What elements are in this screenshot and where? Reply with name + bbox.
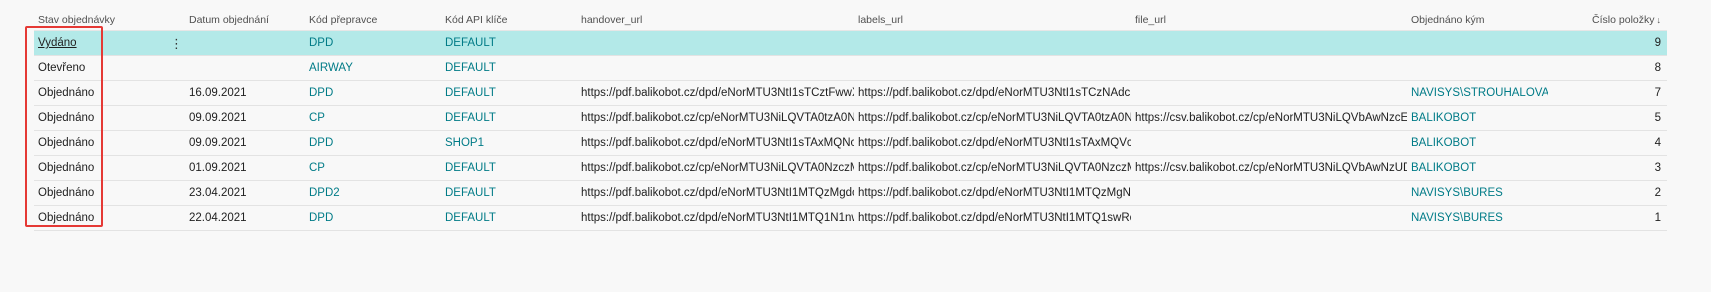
status-column-highlight: [25, 26, 103, 227]
cell-carrier[interactable]: DPD2: [305, 187, 441, 199]
column-header-ordered-by[interactable]: Objednáno kým: [1407, 14, 1548, 26]
cell-api-key[interactable]: SHOP1: [441, 137, 577, 149]
cell-carrier[interactable]: DPD: [305, 37, 441, 49]
cell-labels-url: https://pdf.balikobot.cz/cp/eNorMTU3NiLQ…: [858, 112, 1131, 124]
item-number-header-label: Číslo položky: [1592, 14, 1655, 26]
table-row[interactable]: Objednáno 16.09.2021 DPD DEFAULT https://pdf…: [34, 81, 1667, 106]
cell-api-key[interactable]: DEFAULT: [441, 62, 577, 74]
cell-api-key[interactable]: DEFAULT: [441, 212, 577, 224]
cell-carrier[interactable]: AIRWAY: [305, 62, 441, 74]
cell-date: 22.04.2021: [189, 212, 247, 224]
cell-file-url: https://csv.balikobot.cz/cp/eNorMTU3NiLQ…: [1135, 162, 1407, 174]
cell-labels-url: https://pdf.balikobot.cz/dpd/eNorMTU3NtI…: [858, 87, 1131, 99]
table-row[interactable]: Objednáno 23.04.2021 DPD2 DEFAULT https://pd…: [34, 181, 1667, 206]
sort-descending-icon: ↓: [1656, 15, 1662, 25]
orders-grid: Stav objednávky Datum objednání Kód přep…: [34, 10, 1667, 231]
cell-labels-url: https://pdf.balikobot.cz/dpd/eNorMTU3NtI…: [858, 137, 1131, 149]
cell-date: 01.09.2021: [189, 162, 247, 174]
column-header-item-number[interactable]: Číslo položky ↓: [1548, 14, 1667, 26]
row-actions-menu-icon[interactable]: ⋮: [170, 37, 183, 49]
cell-api-key[interactable]: DEFAULT: [441, 162, 577, 174]
cell-handover-url: https://pdf.balikobot.cz/cp/eNorMTU3NiLQ…: [581, 162, 854, 174]
cell-date: 09.09.2021: [189, 112, 247, 124]
cell-item-number: 1: [1654, 212, 1661, 224]
cell-handover-url: https://pdf.balikobot.cz/dpd/eNorMTU3NtI…: [581, 137, 854, 149]
column-header-carrier[interactable]: Kód přepravce: [305, 14, 441, 26]
cell-item-number: 9: [1654, 37, 1661, 49]
table-row[interactable]: Objednáno 22.04.2021 DPD DEFAULT https://pdf…: [34, 206, 1667, 231]
column-header-labels-url[interactable]: labels_url: [854, 14, 1131, 26]
column-header-date[interactable]: Datum objednání: [185, 14, 305, 26]
cell-date: 23.04.2021: [189, 187, 247, 199]
table-row[interactable]: Objednáno 09.09.2021 CP DEFAULT https://pdf.…: [34, 106, 1667, 131]
cell-carrier[interactable]: DPD: [305, 137, 441, 149]
cell-item-number: 2: [1654, 187, 1661, 199]
cell-ordered-by[interactable]: BALIKOBOT: [1407, 162, 1548, 174]
cell-ordered-by[interactable]: NAVISYS\STROUHALOVA: [1407, 87, 1548, 99]
column-header-api-key[interactable]: Kód API klíče: [441, 14, 577, 26]
cell-date: 09.09.2021: [189, 137, 247, 149]
cell-api-key[interactable]: DEFAULT: [441, 187, 577, 199]
cell-date: 16.09.2021: [189, 87, 247, 99]
cell-api-key[interactable]: DEFAULT: [441, 112, 577, 124]
cell-ordered-by[interactable]: BALIKOBOT: [1407, 137, 1548, 149]
table-row[interactable]: Otevřeno AIRWAY DEFAULT 8: [34, 56, 1667, 81]
table-row[interactable]: Objednáno 09.09.2021 DPD SHOP1 https://pdf.b…: [34, 131, 1667, 156]
cell-labels-url: https://pdf.balikobot.cz/cp/eNorMTU3NiLQ…: [858, 162, 1131, 174]
cell-api-key[interactable]: DEFAULT: [441, 87, 577, 99]
cell-carrier[interactable]: DPD: [305, 87, 441, 99]
cell-file-url: https://csv.balikobot.cz/cp/eNorMTU3NiLQ…: [1135, 112, 1407, 124]
table-row[interactable]: Objednáno 01.09.2021 CP DEFAULT https://pdf.…: [34, 156, 1667, 181]
cell-handover-url: https://pdf.balikobot.cz/cp/eNorMTU3NiLQ…: [581, 112, 854, 124]
cell-handover-url: https://pdf.balikobot.cz/dpd/eNorMTU3NtI…: [581, 187, 854, 199]
cell-carrier[interactable]: CP: [305, 162, 441, 174]
cell-item-number: 7: [1654, 87, 1661, 99]
cell-labels-url: https://pdf.balikobot.cz/dpd/eNorMTU3NtI…: [858, 187, 1131, 199]
cell-handover-url: https://pdf.balikobot.cz/dpd/eNorMTU3NtI…: [581, 87, 854, 99]
cell-api-key[interactable]: DEFAULT: [441, 37, 577, 49]
cell-item-number: 3: [1654, 162, 1661, 174]
column-header-handover-url[interactable]: handover_url: [577, 14, 854, 26]
cell-handover-url: https://pdf.balikobot.cz/dpd/eNorMTU3NtI…: [581, 212, 854, 224]
cell-item-number: 4: [1654, 137, 1661, 149]
cell-ordered-by[interactable]: NAVISYS\BURES: [1407, 212, 1548, 224]
column-header-file-url[interactable]: file_url: [1131, 14, 1407, 26]
cell-carrier[interactable]: CP: [305, 112, 441, 124]
column-header-status[interactable]: Stav objednávky: [34, 14, 185, 26]
table-row-selected[interactable]: Vydáno ⋮ DPD DEFAULT 9: [34, 31, 1667, 56]
cell-labels-url: https://pdf.balikobot.cz/dpd/eNorMTU3NtI…: [858, 212, 1131, 224]
cell-ordered-by[interactable]: BALIKOBOT: [1407, 112, 1548, 124]
grid-body: Vydáno ⋮ DPD DEFAULT 9 Otevřeno AIRWAY DEFAULT 8…: [34, 31, 1667, 231]
cell-item-number: 5: [1654, 112, 1661, 124]
cell-item-number: 8: [1654, 62, 1661, 74]
cell-ordered-by[interactable]: NAVISYS\BURES: [1407, 187, 1548, 199]
grid-header: Stav objednávky Datum objednání Kód přep…: [34, 10, 1667, 31]
cell-carrier[interactable]: DPD: [305, 212, 441, 224]
